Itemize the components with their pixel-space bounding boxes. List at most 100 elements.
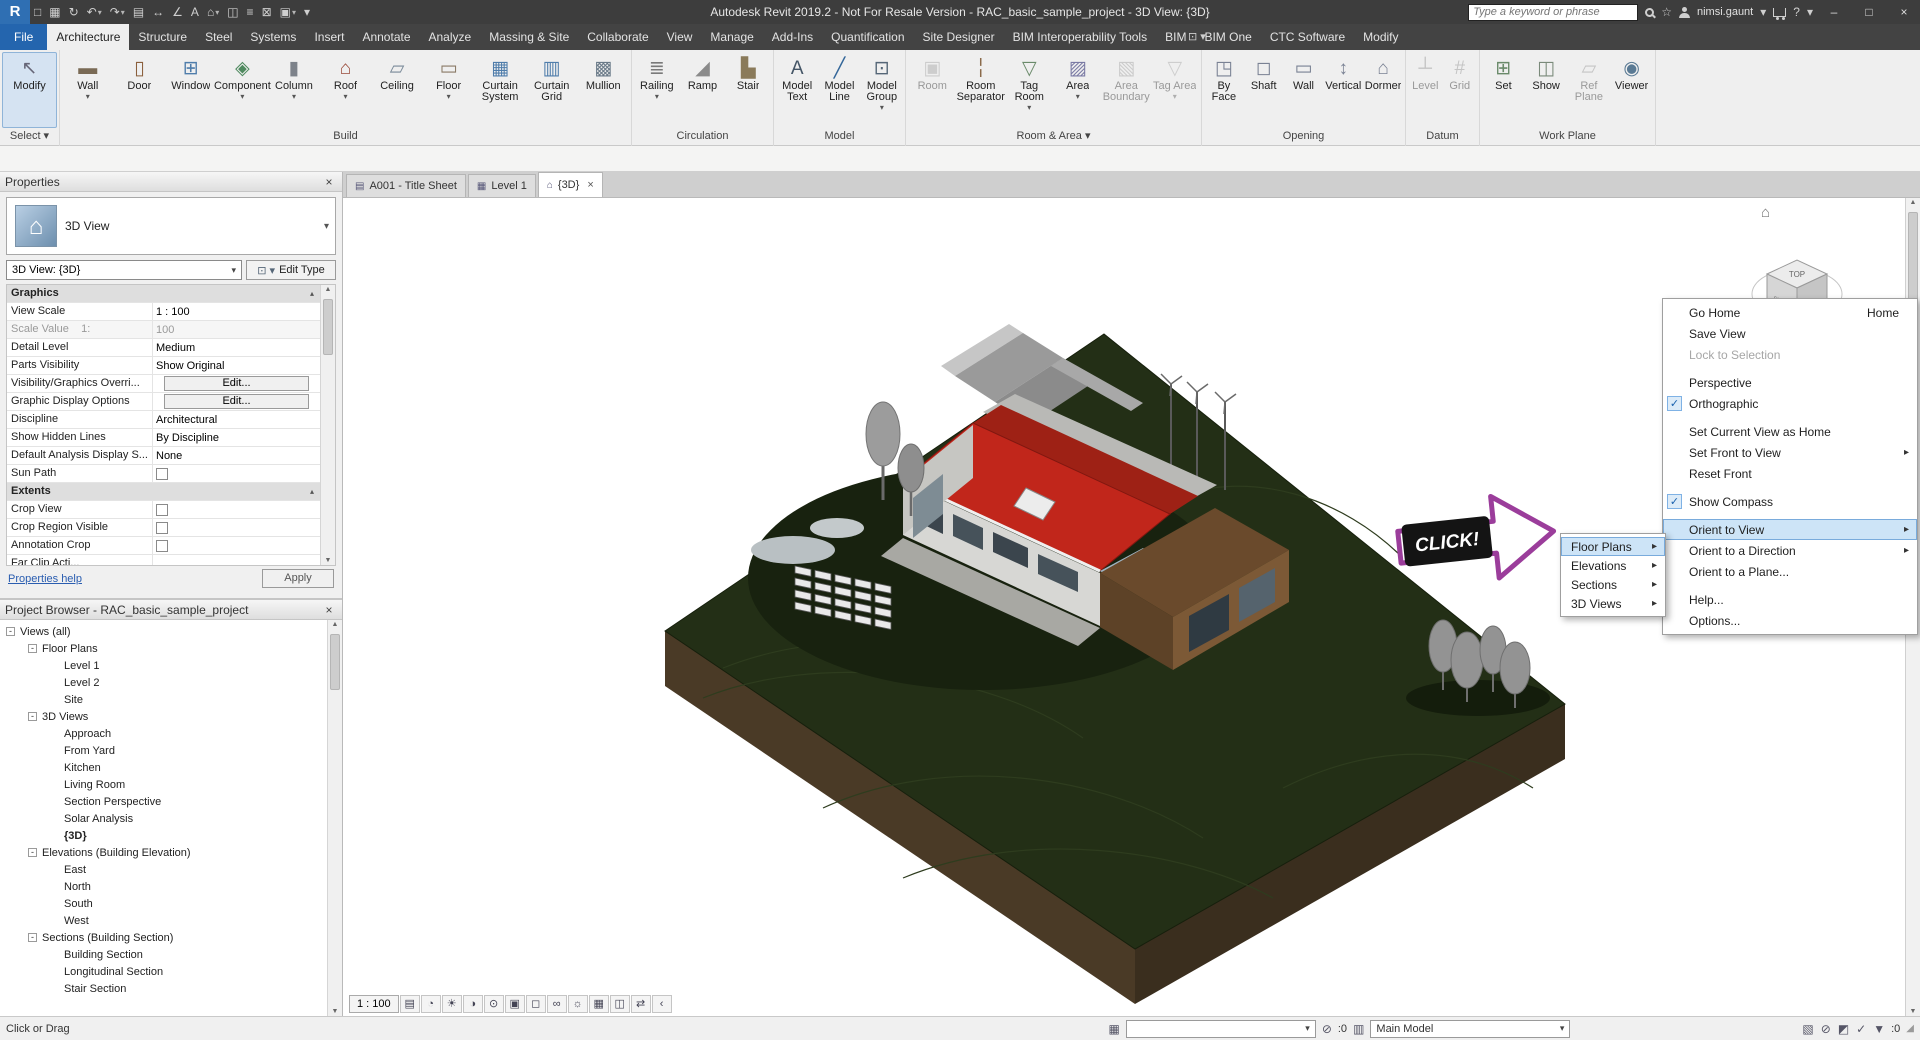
tree-item[interactable]: - Building Section (0, 946, 327, 963)
ribbon-button[interactable]: # Grid ▾ (1443, 52, 1478, 128)
design-options-icon[interactable]: ▥ (1353, 1022, 1364, 1036)
property-checkbox[interactable] (156, 504, 168, 516)
ribbon-button[interactable]: ◫ Show ▾ (1525, 52, 1568, 128)
ribbon-button[interactable]: ▙ Stair ▾ (725, 52, 771, 128)
ribbon-button[interactable]: ▭ Wall ▾ (1284, 52, 1324, 128)
menu-item[interactable]: ✓ Set Current View as Home ▸ (1663, 421, 1917, 442)
property-row[interactable]: Graphics ▴ (7, 285, 320, 303)
qat-icon[interactable]: ↔▾ (148, 0, 168, 24)
panel-label-opening[interactable]: Opening (1202, 128, 1405, 146)
ribbon-tab[interactable]: Systems (241, 24, 305, 50)
property-row[interactable]: Annotation Crop ▴ (7, 537, 320, 555)
close-properties-icon[interactable]: × (321, 175, 337, 189)
panel-label-circulation[interactable]: Circulation (632, 128, 773, 146)
qat-icon[interactable]: ⊠▾ (258, 0, 276, 24)
tree-item[interactable]: - Site (0, 691, 327, 708)
properties-scrollbar[interactable]: ▲ ▼ (320, 285, 335, 565)
view-control-icon[interactable]: ⇄ (631, 995, 651, 1013)
ribbon-tab[interactable]: Steel (196, 24, 241, 50)
tree-item[interactable]: - Solar Analysis (0, 810, 327, 827)
ribbon-button[interactable]: ▥ Curtain Grid ▾ (526, 52, 578, 128)
qat-icon[interactable]: ▣▾ (276, 0, 300, 24)
submenu-item[interactable]: Elevations ▸ (1561, 556, 1665, 575)
ribbon-tab[interactable]: Modify (1354, 24, 1407, 50)
menu-item[interactable]: ✓ Lock to Selection ▸ (1663, 344, 1917, 365)
ribbon-button[interactable]: ▮ Column ▾ (268, 52, 320, 128)
ribbon-state-toggle-icon[interactable]: ⊡ ▾ (1188, 24, 1206, 50)
tree-expand-icon[interactable]: - (28, 644, 37, 653)
qat-icon[interactable]: ≡▾ (243, 0, 258, 24)
tree-item[interactable]: - North (0, 878, 327, 895)
property-row[interactable]: Parts Visibility Show Original ▴ (7, 357, 320, 375)
tree-item[interactable]: - Longitudinal Section (0, 963, 327, 980)
ribbon-button[interactable]: ▦ Curtain System ▾ (474, 52, 526, 128)
property-row[interactable]: Scale Value 1: 100 ▴ (7, 321, 320, 339)
home-icon[interactable]: ⌂ (1761, 204, 1770, 221)
menu-item[interactable]: ✓ Options... ▸ (1663, 610, 1917, 631)
tree-expand-icon[interactable]: - (28, 712, 37, 721)
qat-icon[interactable]: ∠▾ (168, 0, 187, 24)
submenu-item[interactable]: Sections ▸ (1561, 575, 1665, 594)
property-row[interactable]: Crop Region Visible ▴ (7, 519, 320, 537)
property-row[interactable]: Visibility/Graphics Overri... Edit... ▴ (7, 375, 320, 393)
ribbon-button[interactable]: ⊞ Set ▾ (1482, 52, 1525, 128)
property-checkbox[interactable] (156, 522, 168, 534)
menu-item[interactable]: ✓ ▸ (1663, 512, 1917, 519)
menu-item[interactable]: ✓ Orthographic ▸ (1663, 393, 1917, 414)
qat-icon[interactable]: ▾▾ (300, 0, 314, 24)
ribbon-tab[interactable]: Site Designer (914, 24, 1004, 50)
tree-expand-icon[interactable]: - (28, 933, 37, 942)
view-control-icon[interactable]: ▣ (505, 995, 525, 1013)
property-row[interactable]: Graphic Display Options Edit... ▴ (7, 393, 320, 411)
search-input[interactable] (1473, 6, 1633, 18)
ribbon-button[interactable]: ◳ By Face ▾ (1204, 52, 1244, 128)
ribbon-tab[interactable]: Structure (129, 24, 196, 50)
menu-item[interactable]: ✓ Orient to View ▸ (1663, 519, 1917, 540)
panel-label-room-area[interactable]: Room & Area ▾ (906, 128, 1201, 146)
tree-item[interactable]: - Kitchen (0, 759, 327, 776)
menu-item[interactable]: ✓ ▸ (1663, 582, 1917, 589)
element-selector-dropdown[interactable]: 3D View: {3D} ▾ (6, 260, 242, 280)
ribbon-tab[interactable]: CTC Software (1261, 24, 1354, 50)
favorites-star-icon[interactable]: ☆ (1661, 5, 1672, 19)
ribbon-button[interactable]: ◢ Ramp ▾ (680, 52, 726, 128)
tree-item[interactable]: - Section Perspective (0, 793, 327, 810)
ribbon-tab[interactable]: BIM Interoperability Tools (1004, 24, 1157, 50)
menu-item[interactable]: ✓ ▸ (1663, 484, 1917, 491)
ribbon-tab[interactable]: Analyze (420, 24, 481, 50)
close-button[interactable]: × (1890, 0, 1918, 24)
ribbon-button[interactable]: ╱ Model Line ▾ (818, 52, 860, 128)
close-view-icon[interactable]: × (587, 179, 593, 191)
property-row[interactable]: Discipline Architectural ▴ (7, 411, 320, 429)
view-control-icon[interactable]: ☼ (568, 995, 588, 1013)
ribbon-button[interactable]: ▯ Door ▾ (114, 52, 166, 128)
ribbon-button[interactable]: ↕ Vertical ▾ (1323, 52, 1363, 128)
panel-label-build[interactable]: Build (60, 128, 631, 146)
qat-icon[interactable]: A▾ (187, 0, 203, 24)
property-row[interactable]: Show Hidden Lines By Discipline ▴ (7, 429, 320, 447)
menu-item[interactable]: ✓ Orient to a Direction ▸ (1663, 540, 1917, 561)
expand-view-controls-icon[interactable]: ‹ (652, 995, 672, 1013)
ribbon-button[interactable]: ⌂ Roof ▾ (320, 52, 372, 128)
ribbon-tab[interactable]: Massing & Site (480, 24, 578, 50)
qat-icon[interactable]: ↷▾ (106, 0, 129, 24)
ribbon-tab[interactable]: Add-Ins (763, 24, 822, 50)
view-tab[interactable]: ▤ A001 - Title Sheet × (346, 174, 466, 197)
submenu-item[interactable]: 3D Views ▸ (1561, 594, 1665, 613)
property-row[interactable]: Sun Path ▴ (7, 465, 320, 483)
tree-item[interactable]: - Views (all) (0, 623, 327, 640)
search-icon[interactable] (1645, 8, 1654, 17)
view-control-icon[interactable]: ⊙ (484, 995, 504, 1013)
tree-item[interactable]: - South (0, 895, 327, 912)
ribbon-button[interactable]: ≣ Railing ▾ (634, 52, 680, 128)
group-collapse-icon[interactable]: ▴ (310, 289, 314, 298)
view-control-icon[interactable]: ◻ (526, 995, 546, 1013)
ribbon-button[interactable]: ▱ Ref Plane ▾ (1568, 52, 1611, 128)
ribbon-button[interactable]: ┴ Level ▾ (1408, 52, 1443, 128)
ribbon-tab[interactable]: Collaborate (578, 24, 657, 50)
qat-icon[interactable]: ▦▾ (45, 0, 64, 24)
view-control-icon[interactable]: ∞ (547, 995, 567, 1013)
qat-icon[interactable]: ↻▾ (65, 0, 83, 24)
property-row[interactable]: Far Clip Acti... ▴ (7, 555, 320, 565)
ribbon-button[interactable]: ▨ Area ▾ (1054, 52, 1103, 128)
